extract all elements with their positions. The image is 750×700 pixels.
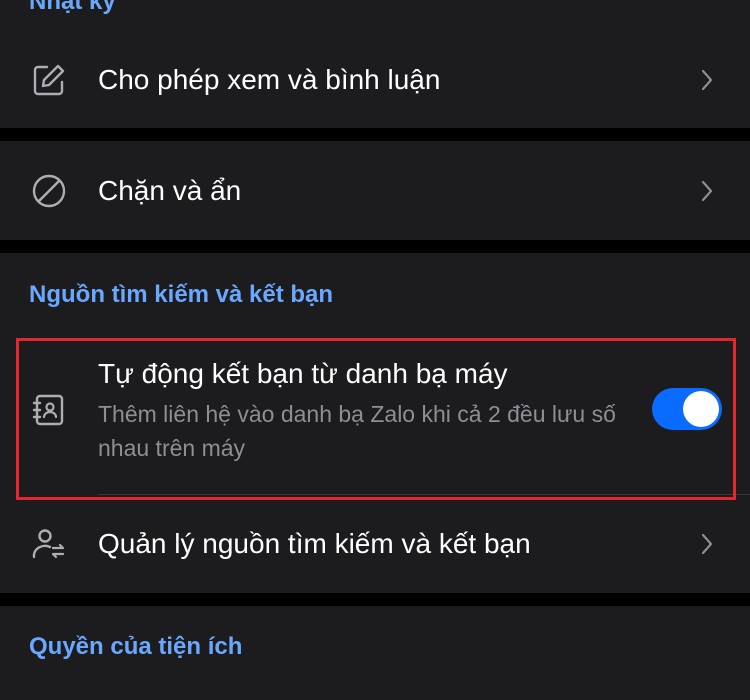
row-manage-sources[interactable]: Quản lý nguồn tìm kiếm và kết bạn — [0, 496, 750, 593]
row-allow-view-comment[interactable]: Cho phép xem và bình luận — [0, 34, 750, 128]
auto-add-friends-toggle[interactable] — [652, 388, 722, 430]
row-label-allow-view-comment: Cho phép xem và bình luận — [98, 64, 441, 95]
chevron-right-icon — [700, 180, 714, 202]
chevron-right-icon — [700, 69, 714, 91]
row-divider — [98, 494, 750, 495]
edit-icon — [31, 62, 67, 98]
row-desc-auto-add-friends: Thêm liên hệ vào danh bạ Zalo khi cả 2 đ… — [98, 401, 616, 461]
row-label-manage-sources: Quản lý nguồn tìm kiếm và kết bạn — [98, 528, 531, 559]
row-label-auto-add-friends: Tự động kết bạn từ danh bạ máy — [98, 358, 508, 389]
user-sync-icon — [31, 526, 67, 562]
block-icon — [31, 173, 67, 209]
row-block-hide[interactable]: Chặn và ẩn — [0, 141, 750, 240]
section-title-search-sources: Nguồn tìm kiếm và kết bạn — [29, 281, 334, 308]
section-title-journal: Nhật ký — [29, 0, 116, 15]
contacts-book-icon — [31, 392, 67, 428]
row-label-block-hide: Chặn và ẩn — [98, 175, 242, 206]
chevron-right-icon — [700, 533, 714, 555]
row-auto-add-friends[interactable]: Tự động kết bạn từ danh bạ máy Thêm liên… — [0, 340, 750, 495]
toggle-knob — [683, 391, 719, 427]
section-title-permissions: Quyền của tiện ích — [29, 633, 243, 660]
